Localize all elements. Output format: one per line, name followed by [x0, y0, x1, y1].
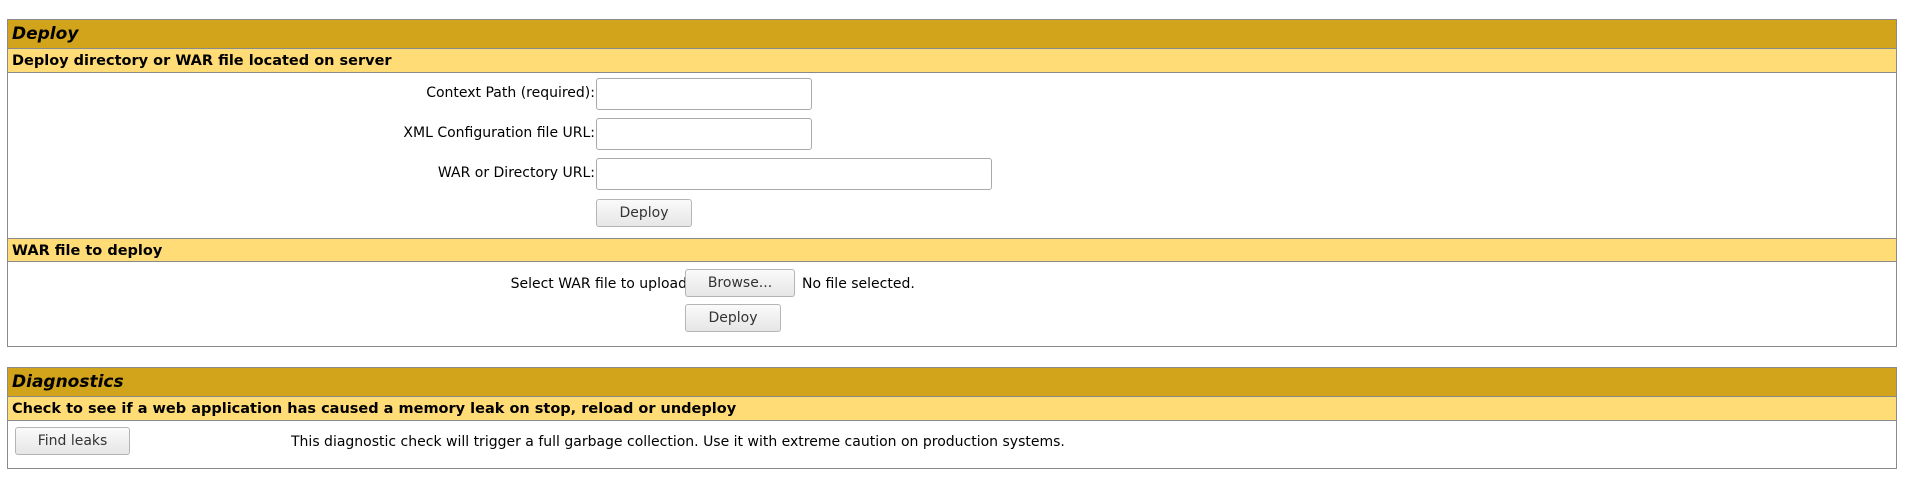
browse-button[interactable]: Browse...: [685, 269, 795, 297]
context-path-label: Context Path (required):: [426, 85, 595, 101]
deploy-panel: Deploy Deploy directory or WAR file loca…: [7, 19, 1897, 347]
xml-config-input[interactable]: [596, 118, 812, 150]
server-deploy-form: Context Path (required): XML Configurati…: [8, 73, 1896, 238]
diagnostics-description: This diagnostic check will trigger a ful…: [291, 434, 1065, 450]
file-status-text: No file selected.: [802, 276, 915, 292]
find-leaks-button[interactable]: Find leaks: [15, 427, 130, 455]
diagnostics-panel: Diagnostics Check to see if a web applic…: [7, 367, 1897, 469]
context-path-input[interactable]: [596, 78, 812, 110]
diagnostics-row: Find leaks This diagnostic check will tr…: [8, 421, 1896, 467]
upload-deploy-button[interactable]: Deploy: [685, 304, 781, 332]
diagnostics-title: Diagnostics: [8, 368, 1896, 397]
war-dir-label: WAR or Directory URL:: [437, 165, 595, 181]
server-deploy-button[interactable]: Deploy: [596, 199, 692, 227]
deploy-title: Deploy: [8, 20, 1896, 49]
diagnostics-heading: Check to see if a web application has ca…: [8, 397, 1896, 421]
upload-deploy-heading: WAR file to deploy: [8, 238, 1896, 262]
server-deploy-heading: Deploy directory or WAR file located on …: [8, 49, 1896, 73]
war-dir-input[interactable]: [596, 158, 992, 190]
upload-deploy-form: Select WAR file to upload Browse... No f…: [8, 262, 1896, 346]
select-war-label: Select WAR file to upload: [510, 276, 687, 292]
xml-config-label: XML Configuration file URL:: [403, 125, 595, 141]
